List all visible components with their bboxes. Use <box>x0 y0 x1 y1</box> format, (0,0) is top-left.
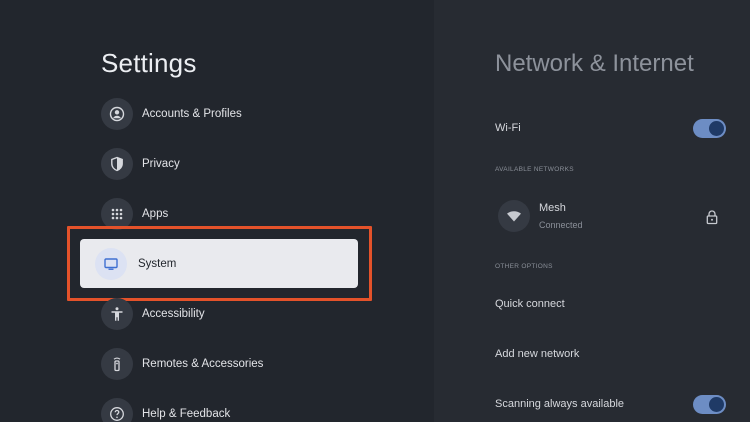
accessibility-icon <box>101 298 133 330</box>
network-item-mesh[interactable]: Mesh Connected <box>498 199 728 233</box>
network-panel-title: Network & Internet <box>495 50 694 77</box>
page-title: Settings <box>101 48 197 78</box>
highlight-annotation-box <box>67 226 372 301</box>
account-circle-icon <box>101 98 133 130</box>
help-icon <box>101 398 133 422</box>
network-name: Mesh <box>539 202 566 214</box>
other-options-header: OTHER OPTIONS <box>495 263 553 270</box>
menu-item-privacy[interactable]: Privacy <box>101 147 361 181</box>
scanning-always-available-label: Scanning always available <box>495 398 625 410</box>
wifi-label: Wi-Fi <box>495 122 521 134</box>
menu-item-label: Apps <box>142 208 169 220</box>
menu-item-accessibility[interactable]: Accessibility <box>101 297 361 331</box>
lock-icon <box>706 210 718 225</box>
menu-item-label: Remotes & Accessories <box>142 358 264 370</box>
toggle-knob <box>709 121 724 136</box>
shield-icon <box>101 148 133 180</box>
menu-item-label: Help & Feedback <box>142 408 231 420</box>
available-networks-header: AVAILABLE NETWORKS <box>495 166 574 173</box>
menu-item-label: Privacy <box>142 158 180 170</box>
toggle-knob <box>709 397 724 412</box>
menu-item-label: Accounts & Profiles <box>142 108 242 120</box>
menu-item-label: Accessibility <box>142 308 205 320</box>
wifi-toggle[interactable] <box>693 119 726 138</box>
menu-item-remotes-accessories[interactable]: Remotes & Accessories <box>101 347 361 381</box>
add-new-network-option[interactable]: Add new network <box>495 348 579 360</box>
scanning-toggle[interactable] <box>693 395 726 414</box>
menu-item-help-feedback[interactable]: Help & Feedback <box>101 397 361 422</box>
menu-item-accounts-profiles[interactable]: Accounts & Profiles <box>101 97 361 131</box>
quick-connect-option[interactable]: Quick connect <box>495 298 565 310</box>
wifi-icon <box>498 200 530 232</box>
network-status: Connected <box>539 220 583 230</box>
remote-icon <box>101 348 133 380</box>
